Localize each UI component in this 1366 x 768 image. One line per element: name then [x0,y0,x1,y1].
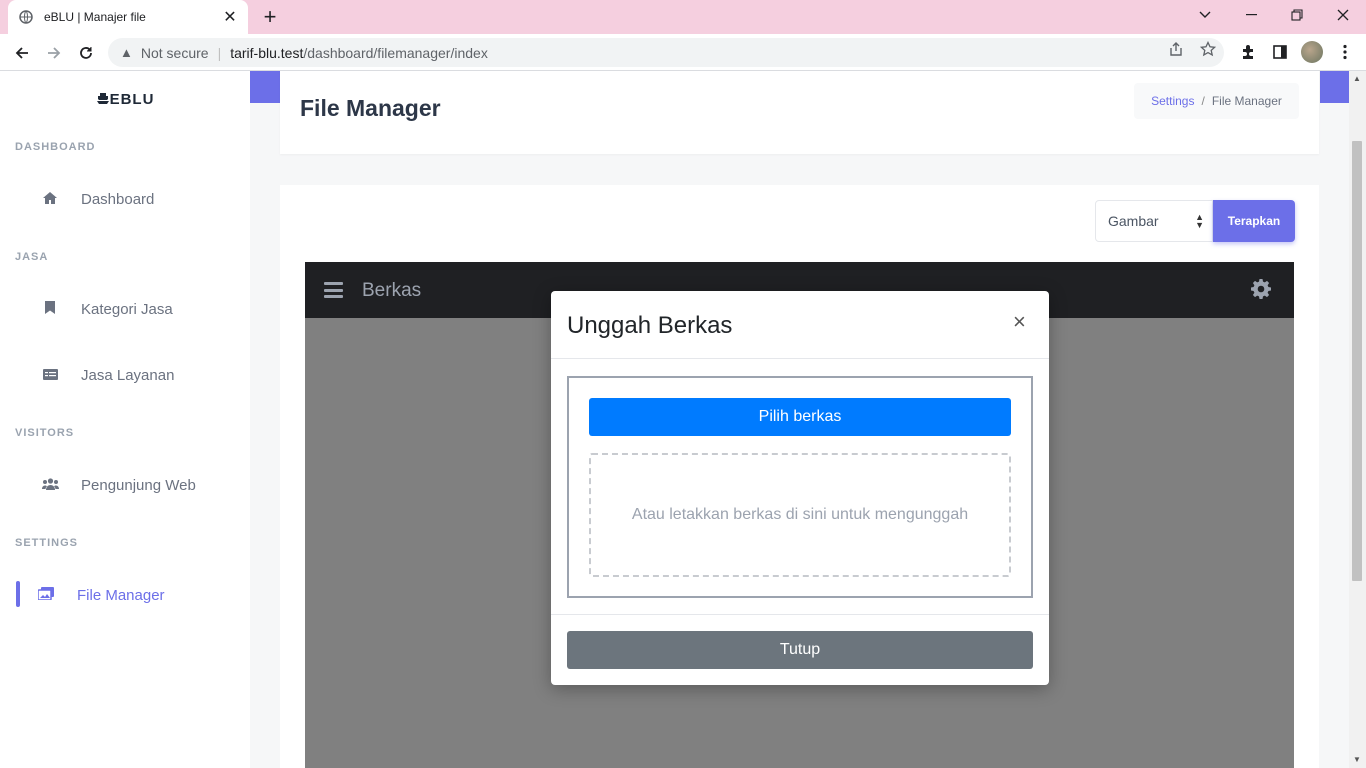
bookmark-icon [40,301,60,317]
list-card-icon [40,367,60,383]
scroll-down-arrow-icon[interactable]: ▼ [1353,755,1361,764]
scroll-thumb[interactable] [1352,141,1362,581]
back-arrow-icon[interactable] [8,39,36,67]
sidebar-item-label: Kategori Jasa [81,300,173,318]
close-icon[interactable]: × [1013,309,1026,335]
menu-dots-icon[interactable] [1335,42,1355,62]
sidebar-item-jasa-layanan[interactable]: Jasa Layanan [0,355,250,395]
bookmark-star-icon[interactable] [1199,40,1217,58]
images-icon [36,587,56,603]
sidebar-item-file-manager[interactable]: File Manager [0,575,250,615]
forward-arrow-icon[interactable] [40,39,68,67]
address-divider: | [217,44,222,61]
minimize-button[interactable] [1228,0,1274,30]
modal-title: Unggah Berkas [567,312,733,339]
brand-logo[interactable]: EBLU [0,91,250,108]
browser-toolbar: ▲ Not secure | tarif-blu.test /dashboard… [0,34,1366,71]
drop-zone[interactable]: Atau letakkan berkas di sini untuk mengu… [589,453,1011,577]
url-path: /dashboard/filemanager/index [303,44,488,61]
share-icon[interactable] [1167,40,1185,58]
globe-icon [18,9,34,25]
extensions-icon[interactable] [1238,42,1258,62]
apply-button[interactable]: Terapkan [1213,200,1295,242]
section-label-settings: SETTINGS [15,537,79,549]
scroll-up-arrow-icon[interactable]: ▲ [1353,74,1361,83]
sidebar-item-dashboard[interactable]: Dashboard [0,179,250,219]
tab-close-icon[interactable]: ✕ [222,7,238,27]
sidebar-item-label: Jasa Layanan [81,366,175,384]
browser-tab[interactable]: eBLU | Manajer file ✕ [8,0,248,34]
header-accent-left [250,71,280,103]
upload-area: Pilih berkas Atau letakkan berkas di sin… [567,376,1033,598]
section-label-dashboard: DASHBOARD [15,141,96,153]
sidebar-item-kategori-jasa[interactable]: Kategori Jasa [0,289,250,329]
address-bar[interactable]: ▲ Not secure | tarif-blu.test /dashboard… [108,38,1224,67]
gear-icon[interactable] [1249,278,1273,302]
modal-header: Unggah Berkas × [551,291,1049,359]
brand-name: EBLU [109,91,155,108]
warning-icon[interactable]: ▲ [120,45,133,60]
upload-modal: Unggah Berkas × Pilih berkas Atau letakk… [551,291,1049,685]
breadcrumb: Settings / File Manager [1134,83,1299,119]
not-secure-label: Not secure [140,44,209,61]
close-window-button[interactable] [1320,0,1366,30]
sidebar-item-label: Dashboard [81,190,155,208]
sidebar-item-pengunjung-web[interactable]: Pengunjung Web [0,465,250,505]
sidebar-item-label: Pengunjung Web [81,476,196,494]
users-icon [40,477,60,493]
sidebar-item-label: File Manager [77,586,165,604]
url-host: tarif-blu.test [230,44,304,61]
file-type-select[interactable]: Gambar ▲ ▼ [1095,200,1213,242]
breadcrumb-separator: / [1201,94,1205,108]
section-label-visitors: VISITORS [15,427,75,439]
section-label-jasa: JASA [15,251,49,263]
home-icon [40,191,60,208]
side-panel-icon[interactable] [1270,42,1290,62]
page-header: File Manager Settings / File Manager [280,71,1319,154]
browser-tab-strip: eBLU | Manajer file ✕ + [0,0,1366,34]
ship-icon [96,93,109,104]
hamburger-icon[interactable] [324,282,343,298]
tab-title: eBLU | Manajer file [44,10,146,24]
modal-footer-divider [551,614,1049,615]
select-caret-icon: ▲ ▼ [1195,212,1204,230]
restore-button[interactable] [1274,0,1320,30]
file-type-selected: Gambar [1108,213,1159,229]
breadcrumb-current: File Manager [1211,94,1282,108]
tab-search-icon[interactable] [1182,0,1228,30]
file-manager-title: Berkas [362,280,422,301]
breadcrumb-settings-link[interactable]: Settings [1151,94,1194,108]
close-button[interactable]: Tutup [567,631,1033,669]
page-title: File Manager [300,95,441,121]
new-tab-button[interactable]: + [258,4,282,29]
profile-avatar[interactable] [1301,41,1323,63]
pick-file-button[interactable]: Pilih berkas [589,398,1011,436]
header-accent-right [1320,71,1349,103]
page-scrollbar[interactable]: ▲ ▼ [1349,71,1366,768]
sidebar: EBLU DASHBOARD Dashboard JASA Kategori J… [0,71,250,768]
reload-icon[interactable] [72,39,100,67]
